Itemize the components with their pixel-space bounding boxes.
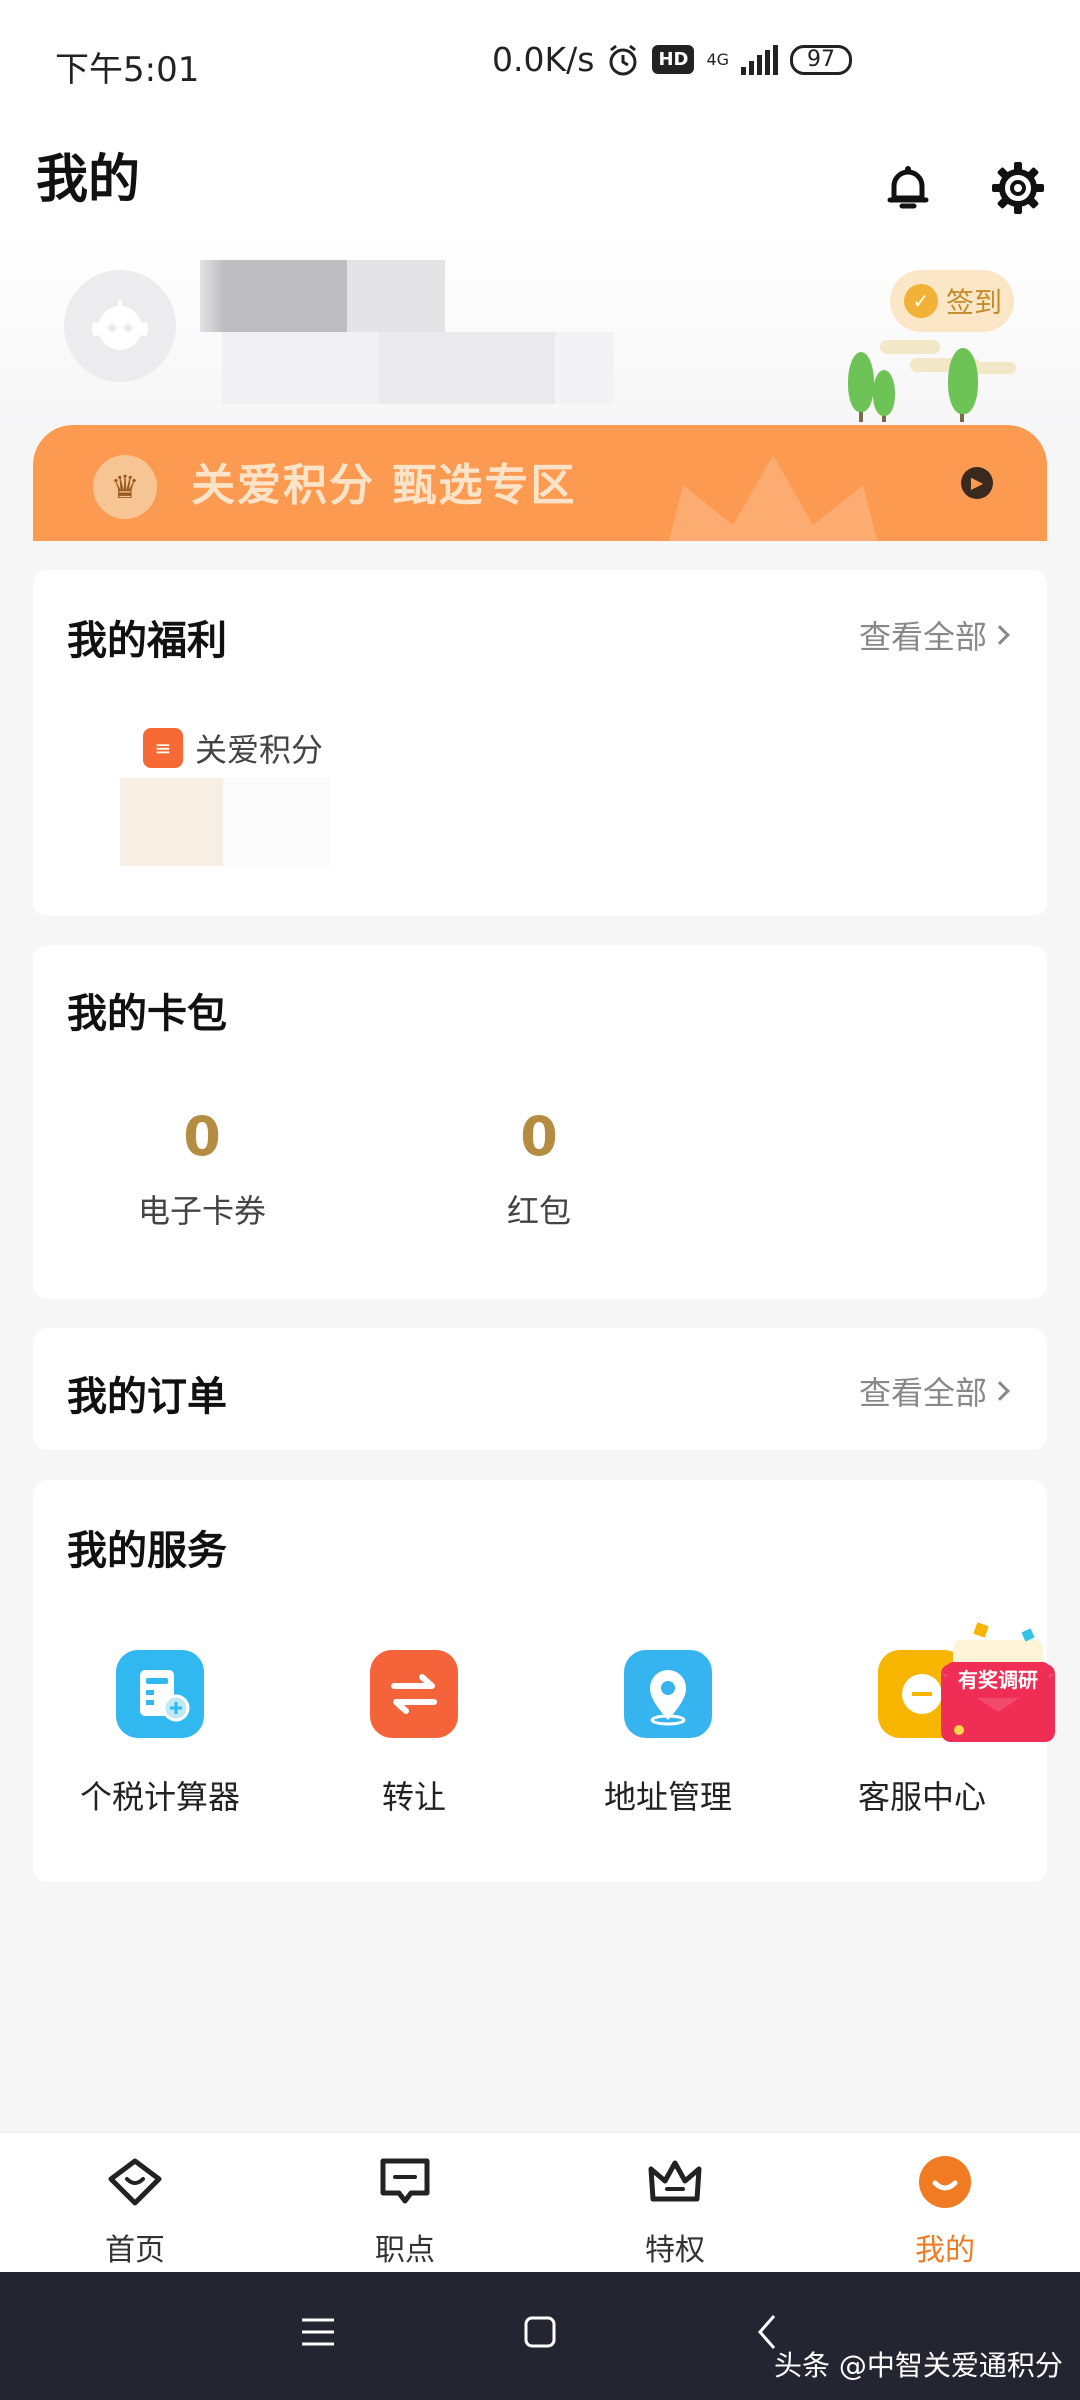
points-value-blurred xyxy=(120,778,330,866)
tab-points[interactable]: 职点 xyxy=(305,2155,505,2269)
red-packet-item[interactable]: 0 红包 xyxy=(439,1105,639,1232)
wallet-card: 我的卡包 0 电子卡券 0 红包 xyxy=(33,945,1047,1299)
home-square-icon[interactable] xyxy=(522,2312,558,2352)
chevron-right-icon xyxy=(990,625,1010,645)
orders-title: 我的订单 xyxy=(67,1374,227,1420)
survey-label: 有奖调研 xyxy=(947,1662,1049,1698)
points-item[interactable]: ≡ 关爱积分 xyxy=(143,725,323,771)
settings-gear-icon[interactable] xyxy=(990,160,1046,216)
orders-card[interactable]: 我的订单 查看全部 xyxy=(33,1328,1047,1450)
tab-privilege[interactable]: 特权 xyxy=(575,2155,775,2269)
status-time: 下午5:01 xyxy=(55,50,200,90)
service-label: 转让 xyxy=(381,1778,446,1816)
tab-label: 特权 xyxy=(645,2233,705,2268)
service-label: 地址管理 xyxy=(603,1778,732,1816)
hd-badge: HD xyxy=(652,45,695,74)
profile-section: ✓ 签到 xyxy=(0,230,1080,430)
status-indicators: 0.0K/s HD 4G 97 xyxy=(492,40,853,79)
view-all-label: 查看全部 xyxy=(858,618,987,656)
service-label: 客服中心 xyxy=(857,1778,986,1816)
points-banner[interactable]: ♛ 关爱积分 甄选专区 ▶ xyxy=(33,425,1047,541)
red-packet-label: 红包 xyxy=(506,1192,571,1230)
welfare-card: 我的福利 查看全部 ≡ 关爱积分 xyxy=(33,570,1047,916)
status-bar: 下午5:01 0.0K/s HD 4G 97 xyxy=(0,0,1080,130)
welfare-title: 我的福利 xyxy=(67,618,227,664)
home-icon xyxy=(108,2158,162,2206)
bell-icon[interactable] xyxy=(880,160,936,216)
service-transfer[interactable]: 转让 xyxy=(299,1650,529,1818)
services-title: 我的服务 xyxy=(67,1528,227,1574)
page-header: 我的 xyxy=(0,130,1080,230)
crown-icon: ♛ xyxy=(93,455,157,519)
banner-text: 关爱积分 甄选专区 xyxy=(191,460,577,511)
tab-label: 首页 xyxy=(105,2233,165,2268)
play-icon[interactable]: ▶ xyxy=(961,467,993,499)
location-pin-icon xyxy=(624,1650,712,1738)
tax-calculator-icon xyxy=(116,1650,204,1738)
chevron-right-icon xyxy=(990,1381,1010,1401)
tab-label: 我的 xyxy=(915,2233,975,2268)
battery-icon: 97 xyxy=(790,44,853,75)
tab-mine[interactable]: 我的 xyxy=(845,2155,1045,2269)
watermark: 头条 @中智关爱通积分 xyxy=(774,2349,1063,2382)
points-label: 关爱积分 xyxy=(195,731,324,769)
red-packet-count: 0 xyxy=(520,1105,558,1168)
check-icon: ✓ xyxy=(904,284,938,318)
crown-icon xyxy=(648,2160,702,2202)
e-coupon-label: 电子卡券 xyxy=(137,1192,266,1230)
robot-avatar-icon xyxy=(92,300,148,350)
services-card: 我的服务 个税计算器 转让 地址管理 客服中心 xyxy=(33,1480,1047,1882)
profile-icon xyxy=(919,2156,971,2208)
coin-stack-icon: ≡ xyxy=(143,728,183,768)
network-type: 4G xyxy=(706,49,730,69)
view-all-label: 查看全部 xyxy=(858,1374,987,1412)
service-label: 个税计算器 xyxy=(79,1778,240,1816)
avatar[interactable] xyxy=(64,270,176,382)
message-box-icon xyxy=(380,2158,430,2204)
welfare-view-all-link[interactable]: 查看全部 xyxy=(858,612,1010,658)
page-title: 我的 xyxy=(36,150,141,210)
service-tax-calculator[interactable]: 个税计算器 xyxy=(45,1650,275,1818)
checkin-label: 签到 xyxy=(946,286,1003,319)
signal-icon xyxy=(741,44,779,75)
e-coupon-count: 0 xyxy=(183,1105,221,1168)
crown-watermark-icon xyxy=(669,455,877,541)
tab-label: 职点 xyxy=(375,2233,435,2268)
survey-floating-button[interactable]: 有奖调研 xyxy=(935,1622,1061,1748)
orders-view-all-link[interactable]: 查看全部 xyxy=(858,1368,1010,1414)
transfer-icon xyxy=(370,1650,458,1738)
tab-home[interactable]: 首页 xyxy=(35,2155,235,2269)
alarm-icon xyxy=(609,44,637,75)
network-speed: 0.0K/s xyxy=(492,40,595,79)
account-info-blurred xyxy=(222,332,614,404)
service-address[interactable]: 地址管理 xyxy=(553,1650,783,1818)
checkin-button[interactable]: ✓ 签到 xyxy=(890,270,1014,332)
bottom-tab-bar: 首页 职点 特权 我的 xyxy=(0,2132,1080,2272)
username-blurred xyxy=(200,260,445,332)
menu-icon[interactable] xyxy=(300,2312,336,2352)
wallet-title: 我的卡包 xyxy=(67,991,227,1037)
e-coupon-item[interactable]: 0 电子卡券 xyxy=(102,1105,302,1232)
